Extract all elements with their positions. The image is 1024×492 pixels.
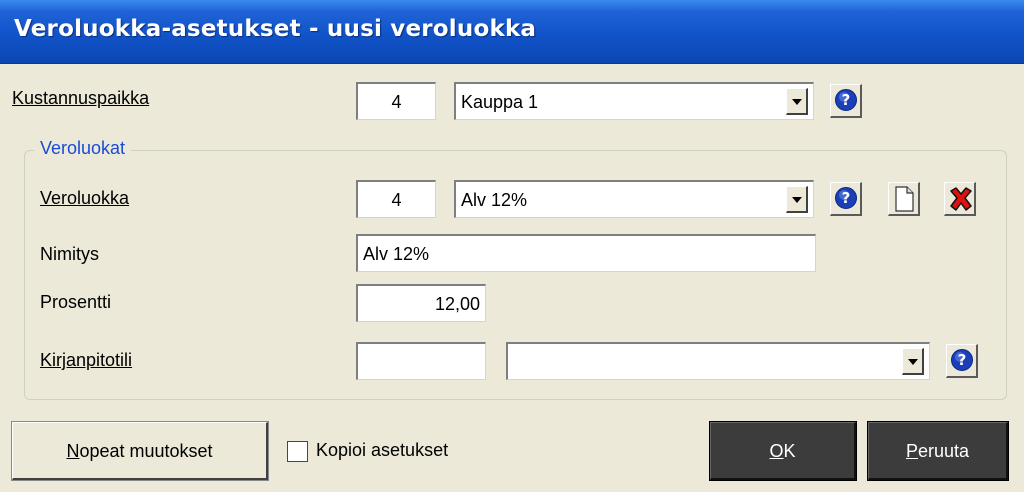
delete-icon — [950, 187, 972, 211]
veroluokka-selected-value: Alv 12% — [461, 190, 528, 210]
kustannuspaikka-label: Kustannuspaikka — [12, 88, 150, 108]
kirjanpitotili-dropdown-arrow[interactable] — [902, 348, 924, 375]
kustannuspaikka-select[interactable]: Kauppa 1 — [454, 82, 814, 120]
nimitys-value: Alv 12% — [363, 244, 430, 264]
copy-settings-label: Kopioi asetukset — [316, 440, 449, 460]
help-icon: ? — [951, 349, 973, 371]
svg-text:?: ? — [842, 189, 851, 207]
veroluokka-select[interactable]: Alv 12% — [454, 180, 814, 218]
help-icon: ? — [835, 187, 857, 209]
cancel-button[interactable]: Peruuta — [867, 421, 1009, 481]
delete-veroluokka-button[interactable] — [944, 182, 976, 216]
kustannuspaikka-code-value: 4 — [391, 92, 402, 112]
kustannuspaikka-code-input[interactable]: 4 — [356, 82, 436, 120]
svg-text:?: ? — [958, 351, 967, 369]
veroluokat-legend: Veroluokat — [34, 138, 132, 159]
quick-changes-mnemonic: N — [66, 441, 80, 461]
title-bar: Veroluokka-asetukset - uusi veroluokka — [0, 0, 1024, 64]
kirjanpitotili-help-button[interactable]: ? — [946, 344, 978, 378]
cancel-mnemonic: P — [905, 441, 918, 461]
veroluokka-label: Veroluokka — [40, 188, 130, 208]
ok-button[interactable]: OK — [709, 421, 857, 481]
kustannuspaikka-help-button[interactable]: ? — [830, 84, 862, 118]
veroluokka-code-value: 4 — [391, 190, 402, 210]
new-document-icon — [895, 186, 914, 212]
veroluokka-code-input[interactable]: 4 — [356, 180, 436, 218]
kustannuspaikka-dropdown-arrow[interactable] — [786, 88, 808, 115]
new-veroluokka-button[interactable] — [888, 182, 920, 216]
kirjanpitotili-label: Kirjanpitotili — [40, 350, 133, 370]
help-icon: ? — [835, 89, 857, 111]
svg-text:?: ? — [842, 91, 851, 109]
window-title: Veroluokka-asetukset - uusi veroluokka — [14, 16, 537, 42]
quick-changes-button[interactable]: Nopeat muutokset — [11, 421, 269, 481]
kirjanpitotili-select[interactable] — [506, 342, 930, 380]
quick-changes-label: opeat muutokset — [79, 441, 213, 461]
kustannuspaikka-selected-value: Kauppa 1 — [461, 92, 539, 112]
copy-settings-checkbox[interactable] — [287, 441, 308, 462]
ok-mnemonic: O — [769, 441, 784, 461]
prosentti-value: 12,00 — [434, 294, 480, 314]
ok-label: K — [783, 441, 796, 461]
prosentti-label: Prosentti — [40, 292, 112, 312]
nimitys-label: Nimitys — [40, 244, 99, 264]
prosentti-input[interactable]: 12,00 — [356, 284, 486, 322]
veroluokka-help-button[interactable]: ? — [830, 182, 862, 216]
cancel-label: eruuta — [917, 441, 970, 461]
kirjanpitotili-code-input[interactable] — [356, 342, 486, 380]
nimitys-input[interactable]: Alv 12% — [356, 234, 816, 272]
veroluokka-dropdown-arrow[interactable] — [786, 186, 808, 213]
